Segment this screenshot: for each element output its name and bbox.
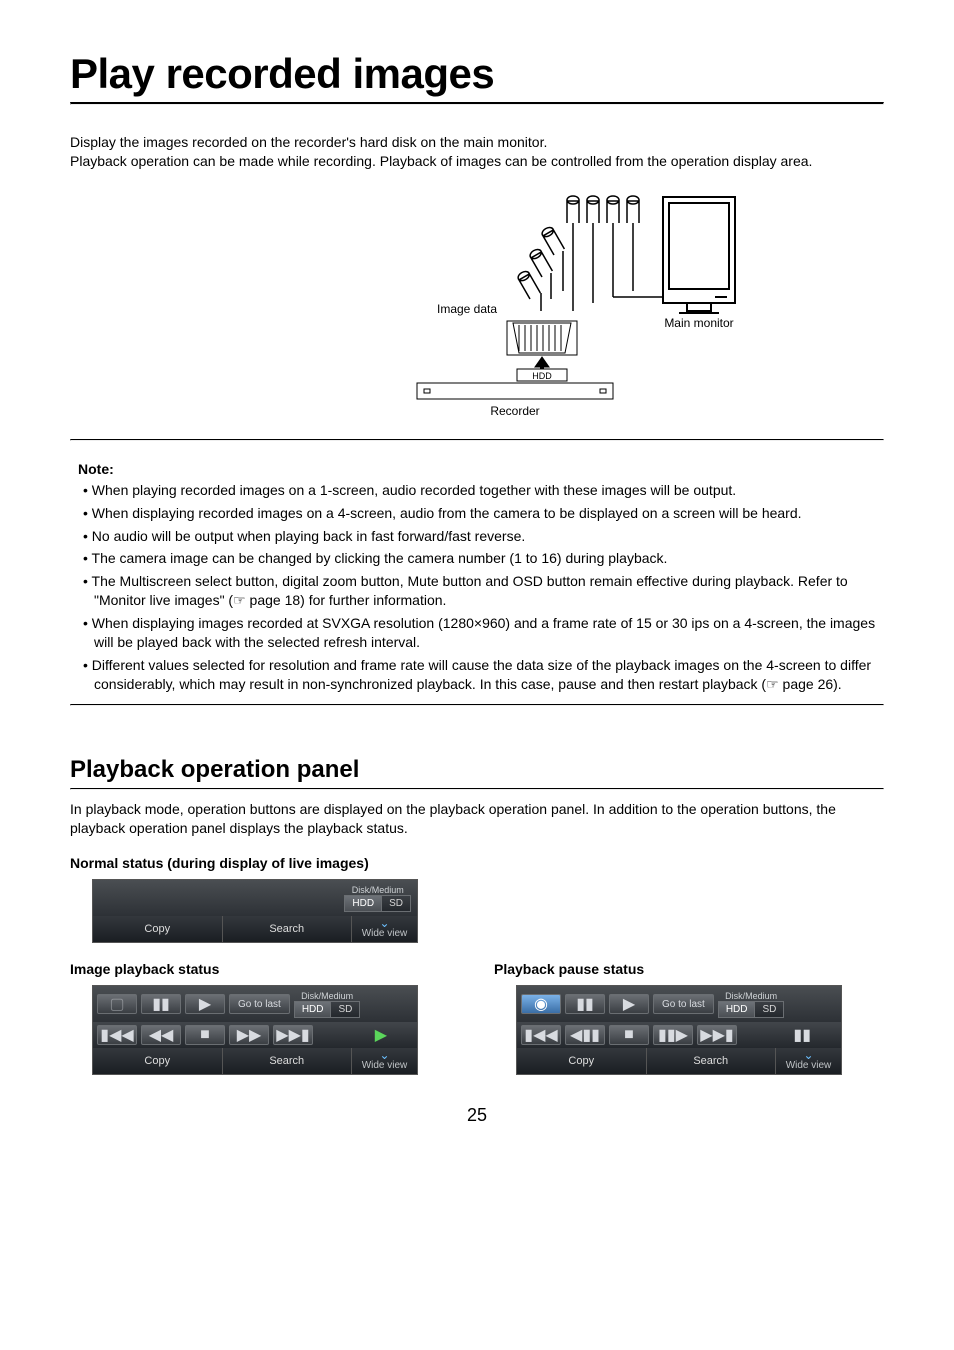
diagram-label-recorder: Recorder xyxy=(490,404,539,418)
capture-button[interactable]: ▢ xyxy=(97,994,137,1014)
note-bottom-rule xyxy=(70,704,884,706)
frame-forward-button[interactable]: ▮▮▶ xyxy=(653,1025,693,1045)
skip-forward-button[interactable]: ▶▶▮ xyxy=(697,1025,737,1045)
note-item: When playing recorded images on a 1-scre… xyxy=(94,481,884,500)
diagram-label-hdd: HDD xyxy=(532,371,552,381)
tab-sd[interactable]: SD xyxy=(755,1001,784,1018)
disk-medium-label: Disk/Medium xyxy=(725,991,777,1001)
copy-button[interactable]: Copy xyxy=(93,916,222,942)
title-rule xyxy=(70,102,884,105)
stop-button[interactable]: ■ xyxy=(609,1025,649,1045)
normal-status-panel: Disk/Medium HDD SD Copy Search ⌄ Wide vi… xyxy=(92,879,418,943)
go-to-last-button[interactable]: Go to last xyxy=(229,994,290,1014)
note-item: When displaying images recorded at SVXGA… xyxy=(94,614,884,652)
normal-status-heading: Normal status (during display of live im… xyxy=(70,855,884,871)
pause-button[interactable]: ▮▮ xyxy=(141,994,181,1014)
pause-indicator-icon: ▮▮ xyxy=(793,1025,837,1045)
pause-status-panel: ◉ ▮▮ ▶ Go to last Disk/Medium HDD SD ▮◀◀… xyxy=(516,985,842,1075)
copy-button[interactable]: Copy xyxy=(517,1048,646,1074)
copy-button[interactable]: Copy xyxy=(93,1048,222,1074)
skip-back-icon: ▮◀◀ xyxy=(100,1025,133,1045)
tab-sd[interactable]: SD xyxy=(382,895,411,912)
frame-forward-icon: ▮▮▶ xyxy=(658,1025,688,1045)
skip-back-button[interactable]: ▮◀◀ xyxy=(521,1025,561,1045)
skip-forward-button[interactable]: ▶▶▮ xyxy=(273,1025,313,1045)
frame-back-icon: ◀▮▮ xyxy=(570,1025,600,1045)
stop-icon: ■ xyxy=(624,1026,634,1044)
playback-status-panel: ▢ ▮▮ ▶ Go to last Disk/Medium HDD SD ▮◀◀… xyxy=(92,985,418,1075)
disk-medium-label: Disk/Medium xyxy=(301,991,353,1001)
camera-icon: ▢ xyxy=(109,994,124,1014)
play-icon: ▶ xyxy=(199,994,211,1014)
pause-button[interactable]: ▮▮ xyxy=(565,994,605,1014)
tab-hdd[interactable]: HDD xyxy=(718,1001,756,1018)
pause-icon: ▮▮ xyxy=(152,994,170,1014)
rewind-button[interactable]: ◀◀ xyxy=(141,1025,181,1045)
rewind-icon: ◀◀ xyxy=(149,1025,174,1045)
skip-forward-icon: ▶▶▮ xyxy=(276,1025,309,1045)
fast-forward-icon: ▶▶ xyxy=(237,1025,262,1045)
section-paragraph: In playback mode, operation buttons are … xyxy=(70,800,884,838)
note-top-rule xyxy=(70,439,884,441)
stop-icon: ■ xyxy=(200,1026,210,1044)
wide-view-toggle[interactable]: ⌄ Wide view xyxy=(351,916,417,942)
play-indicator-icon: ▶ xyxy=(375,1025,413,1045)
note-heading: Note: xyxy=(78,461,884,477)
camera-icon: ◉ xyxy=(534,994,548,1014)
tab-hdd[interactable]: HDD xyxy=(294,1001,332,1018)
play-button[interactable]: ▶ xyxy=(609,994,649,1014)
play-icon: ▶ xyxy=(623,994,635,1014)
frame-back-button[interactable]: ◀▮▮ xyxy=(565,1025,605,1045)
wide-view-label: Wide view xyxy=(786,1058,832,1071)
go-to-last-button[interactable]: Go to last xyxy=(653,994,714,1014)
note-item: The camera image can be changed by click… xyxy=(94,549,884,568)
fast-forward-button[interactable]: ▶▶ xyxy=(229,1025,269,1045)
page-number: 25 xyxy=(70,1105,884,1126)
disk-medium-label: Disk/Medium xyxy=(352,885,404,895)
skip-forward-icon: ▶▶▮ xyxy=(700,1025,733,1045)
wide-view-toggle[interactable]: ⌄ Wide view xyxy=(351,1048,417,1074)
tab-hdd[interactable]: HDD xyxy=(344,895,382,912)
skip-back-button[interactable]: ▮◀◀ xyxy=(97,1025,137,1045)
wide-view-label: Wide view xyxy=(362,1058,408,1071)
pause-status-heading: Playback pause status xyxy=(494,961,842,977)
note-item: The Multiscreen select button, digital z… xyxy=(94,572,884,610)
wide-view-toggle[interactable]: ⌄ Wide view xyxy=(775,1048,841,1074)
diagram-label-monitor: Main monitor xyxy=(664,316,733,330)
note-item: When displaying recorded images on a 4-s… xyxy=(94,504,884,523)
intro-paragraph: Display the images recorded on the recor… xyxy=(70,133,884,171)
note-item: Different values selected for resolution… xyxy=(94,656,884,694)
system-diagram: Image data xyxy=(70,193,884,423)
skip-back-icon: ▮◀◀ xyxy=(524,1025,557,1045)
diagram-label-image-data: Image data xyxy=(437,302,497,316)
play-button[interactable]: ▶ xyxy=(185,994,225,1014)
section-rule xyxy=(70,788,884,790)
stop-button[interactable]: ■ xyxy=(185,1025,225,1045)
capture-button[interactable]: ◉ xyxy=(521,994,561,1014)
note-list: When playing recorded images on a 1-scre… xyxy=(78,481,884,694)
pause-icon: ▮▮ xyxy=(576,994,594,1014)
section-heading: Playback operation panel xyxy=(70,756,884,784)
tab-sd[interactable]: SD xyxy=(331,1001,360,1018)
note-item: No audio will be output when playing bac… xyxy=(94,527,884,546)
page-title: Play recorded images xyxy=(70,50,884,98)
wide-view-label: Wide view xyxy=(362,926,408,939)
playback-status-heading: Image playback status xyxy=(70,961,418,977)
